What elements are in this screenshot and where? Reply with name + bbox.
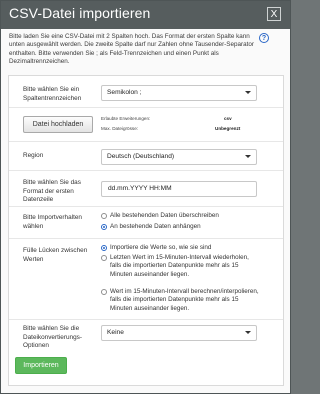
radio-button[interactable] (101, 289, 107, 295)
radio-import-as-is[interactable]: Importiere die Werte so, wie sie sind (101, 244, 261, 252)
upload-row: Datei hochladen Erlaubte Erweiterungen: … (9, 108, 283, 142)
conversion-select[interactable]: Keine (101, 325, 257, 341)
region-row: Region Deutsch (Deutschland) (9, 142, 283, 171)
radio-button-selected[interactable] (101, 245, 107, 251)
allowed-extensions-label: Erlaubte Erweiterungen: (101, 116, 151, 121)
conversion-value: Keine (107, 329, 124, 336)
help-icon[interactable]: ? (259, 33, 269, 43)
separator-select[interactable]: Semikolon ; (101, 85, 257, 101)
conversion-row: Bitte wählen Sie die Dateikonvertierungs… (9, 320, 283, 353)
allowed-extensions-value: csv (224, 116, 232, 121)
separator-row: Bitte wählen Sie ein Spaltentrennzeichen… (9, 76, 283, 108)
dialog-title: CSV-Datei importieren (9, 5, 151, 21)
radio-button[interactable] (101, 255, 107, 261)
dateformat-label: Bitte wählen Sie das Format der ersten D… (23, 179, 81, 204)
gaps-label: Fülle Lücken zwischen Werten (23, 247, 88, 263)
radio-button-selected[interactable] (101, 224, 107, 230)
import-behavior-row: Bitte Importverhalten wählen Alle besteh… (9, 207, 283, 239)
form-panel: Bitte wählen Sie ein Spaltentrennzeichen… (8, 75, 284, 386)
chevron-down-icon (245, 331, 251, 334)
gaps-row: Fülle Lücken zwischen Werten Importiere … (9, 239, 283, 320)
radio-label: Alle bestehenden Daten überschreiben (110, 212, 219, 219)
max-filesize-value: Unbegrenzt (215, 126, 241, 131)
close-icon: X (270, 9, 278, 20)
conversion-label: Bitte wählen Sie die Dateikonvertierungs… (23, 325, 82, 350)
chevron-down-icon (245, 155, 251, 158)
import-button[interactable]: Importieren (15, 357, 67, 374)
radio-append[interactable]: An bestehende Daten anhängen (101, 223, 261, 231)
region-label: Region (23, 152, 44, 159)
radio-button[interactable] (101, 213, 107, 219)
close-button[interactable]: X (267, 7, 281, 21)
region-select[interactable]: Deutsch (Deutschland) (101, 149, 257, 165)
radio-label: An bestehende Daten anhängen (110, 223, 201, 230)
separator-value: Semikolon ; (107, 89, 142, 96)
max-filesize-label: Max. Dateigrösse: (101, 126, 139, 131)
chevron-down-icon (245, 91, 251, 94)
separator-label: Bitte wählen Sie ein Spaltentrennzeichen (23, 86, 82, 102)
radio-overwrite[interactable]: Alle bestehenden Daten überschreiben (101, 212, 261, 220)
radio-label: Letzten Wert im 15-Minuten-Intervall wie… (110, 254, 249, 278)
region-value: Deutsch (Deutschland) (107, 153, 175, 160)
dateformat-input[interactable]: dd.mm.YYYY HH:MM (101, 181, 257, 197)
dialog-titlebar: CSV-Datei importieren X (1, 1, 290, 29)
radio-label: Importiere die Werte so, wie sie sind (110, 244, 212, 251)
upload-button[interactable]: Datei hochladen (23, 116, 93, 133)
intro-text: Bitte laden Sie eine CSV-Datei mit 2 Spa… (9, 33, 254, 66)
import-behavior-label: Bitte Importverhalten wählen (23, 214, 82, 230)
radio-repeat-last[interactable]: Letzten Wert im 15-Minuten-Intervall wie… (101, 254, 261, 279)
csv-import-dialog: CSV-Datei importieren X Bitte laden Sie … (0, 0, 291, 394)
dateformat-row: Bitte wählen Sie das Format der ersten D… (9, 171, 283, 207)
radio-label: Wert im 15-Minuten-Intervall berechnen/i… (110, 288, 259, 312)
radio-interpolate[interactable]: Wert im 15-Minuten-Intervall berechnen/i… (101, 288, 261, 313)
